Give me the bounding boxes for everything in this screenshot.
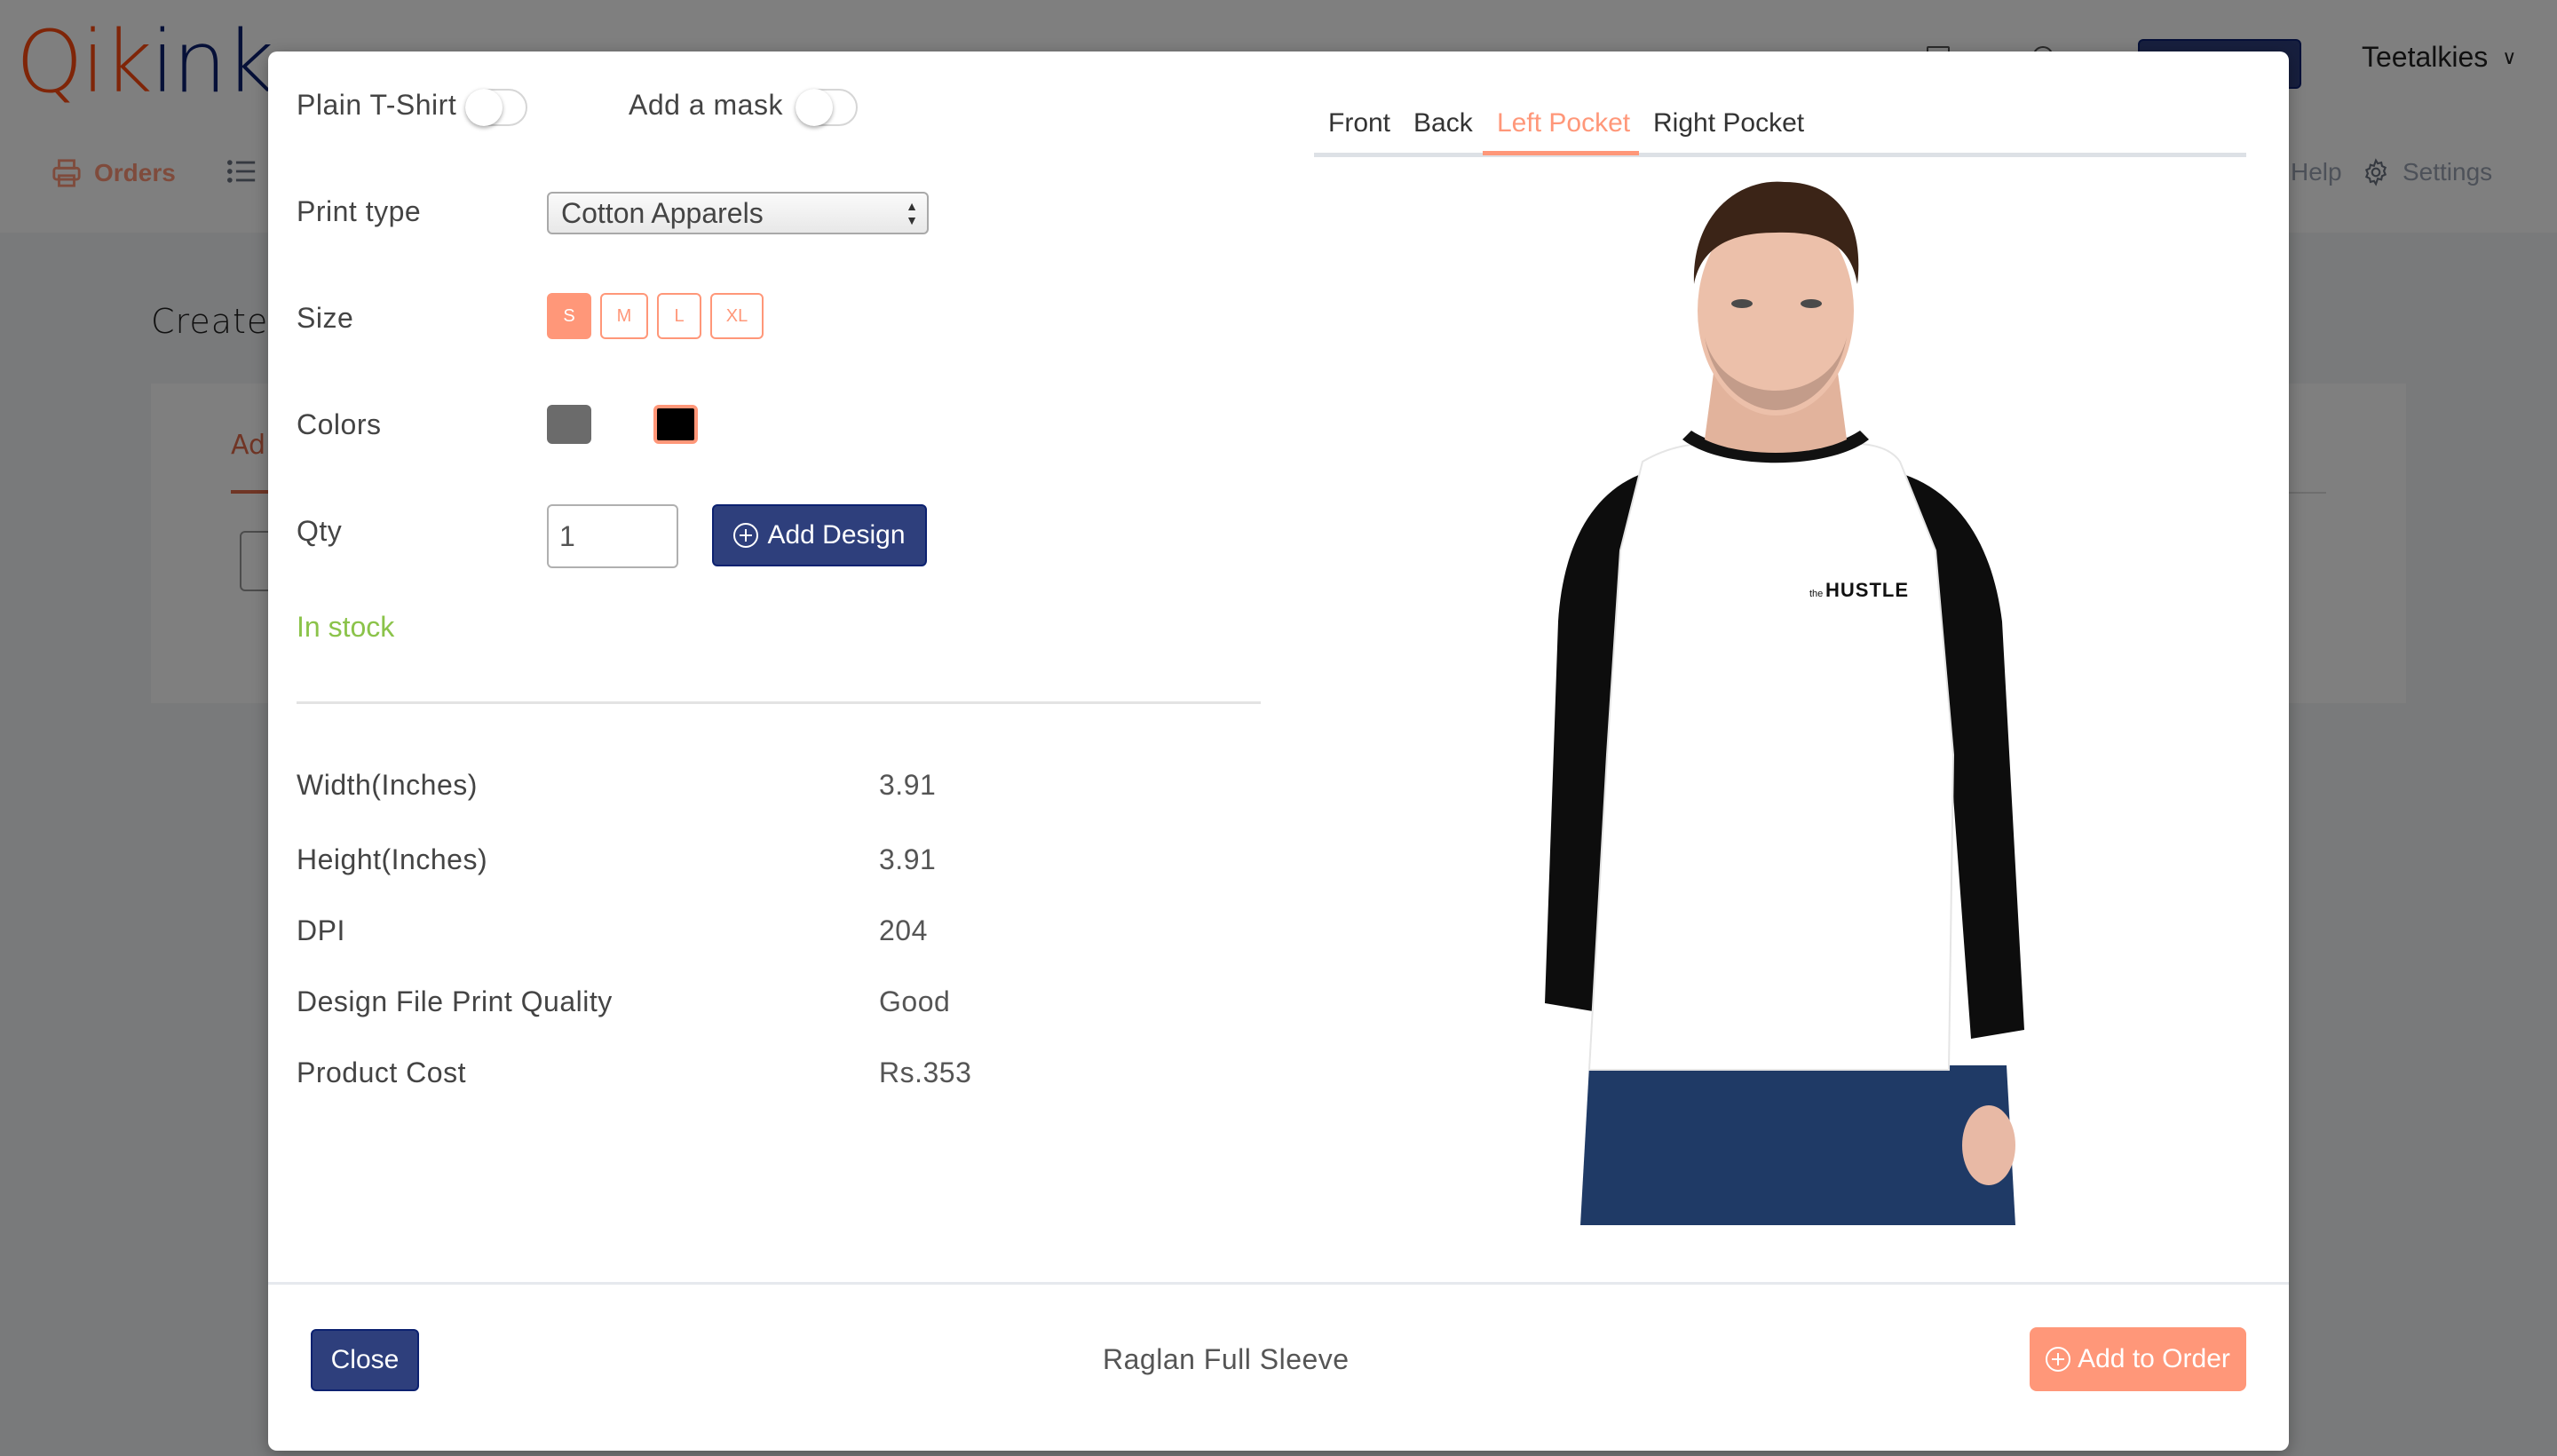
tab-back[interactable]: Back	[1413, 108, 1473, 138]
size-option-l[interactable]: L	[657, 293, 701, 339]
active-tab-indicator	[1483, 151, 1639, 155]
spec-value: 3.91	[879, 769, 937, 801]
modal-body: Plain T-Shirt Add a mask Print type Cott…	[268, 51, 2289, 1282]
toggle-knob	[796, 89, 833, 126]
qty-label: Qty	[297, 515, 343, 547]
design-print-big: HUSTLE	[1825, 579, 1909, 601]
print-type-select[interactable]: Cotton Apparels ▲ ▼	[547, 192, 929, 234]
form-divider	[297, 701, 1261, 704]
shirt-body	[1587, 442, 1955, 1071]
view-tabs: Front Back Left Pocket Right Pocket	[1314, 96, 2246, 158]
print-type-value: Cotton Apparels	[561, 197, 764, 229]
tab-right-pocket[interactable]: Right Pocket	[1653, 108, 1804, 138]
print-type-label: Print type	[297, 195, 422, 227]
plain-tshirt-label: Plain T-Shirt	[297, 89, 457, 121]
plus-circle-icon	[2046, 1347, 2071, 1372]
stock-status: In stock	[297, 611, 395, 643]
add-to-order-label: Add to Order	[2078, 1344, 2230, 1373]
colors-label: Colors	[297, 408, 382, 440]
spec-value: Good	[879, 985, 951, 1017]
product-modal: Plain T-Shirt Add a mask Print type Cott…	[268, 51, 2289, 1451]
qty-input[interactable]: 1	[547, 504, 678, 568]
product-name: Raglan Full Sleeve	[1103, 1343, 1350, 1375]
hand	[1962, 1105, 2015, 1185]
spec-value: 3.91	[879, 843, 937, 875]
size-label: Size	[297, 302, 354, 334]
spec-value: 204	[879, 914, 928, 946]
tab-front[interactable]: Front	[1328, 108, 1390, 138]
spec-label: DPI	[297, 914, 345, 946]
add-mask-toggle[interactable]	[796, 89, 858, 126]
spec-label: Design File Print Quality	[297, 985, 613, 1017]
add-design-label: Add Design	[767, 520, 906, 550]
plus-circle-icon	[733, 523, 759, 548]
eye-right	[1801, 299, 1822, 308]
spec-label: Width(Inches)	[297, 769, 478, 801]
plain-tshirt-toggle[interactable]	[465, 89, 527, 126]
jeans	[1580, 1065, 2015, 1225]
color-swatch-grey[interactable]	[547, 405, 591, 444]
add-design-button[interactable]: Add Design	[712, 504, 927, 566]
spec-label: Product Cost	[297, 1056, 466, 1088]
size-option-xl[interactable]: XL	[710, 293, 764, 339]
select-arrows-icon: ▲ ▼	[906, 199, 918, 227]
eye-left	[1731, 299, 1753, 308]
tabs-divider	[1314, 153, 2246, 157]
color-swatch-black[interactable]	[653, 405, 698, 444]
spec-label: Height(Inches)	[297, 843, 488, 875]
product-mockup-image: the HUSTLE	[1545, 181, 2024, 1225]
add-mask-label: Add a mask	[629, 89, 783, 121]
close-button[interactable]: Close	[311, 1329, 419, 1391]
modal-footer: Close Raglan Full Sleeve Add to Order	[268, 1282, 2289, 1451]
tab-left-pocket[interactable]: Left Pocket	[1497, 108, 1630, 138]
size-option-m[interactable]: M	[600, 293, 648, 339]
toggle-knob	[465, 89, 503, 126]
design-print-small: the	[1809, 589, 1823, 599]
add-to-order-button[interactable]: Add to Order	[2030, 1327, 2246, 1391]
size-option-s[interactable]: S	[547, 293, 591, 339]
spec-value: Rs.353	[879, 1056, 972, 1088]
